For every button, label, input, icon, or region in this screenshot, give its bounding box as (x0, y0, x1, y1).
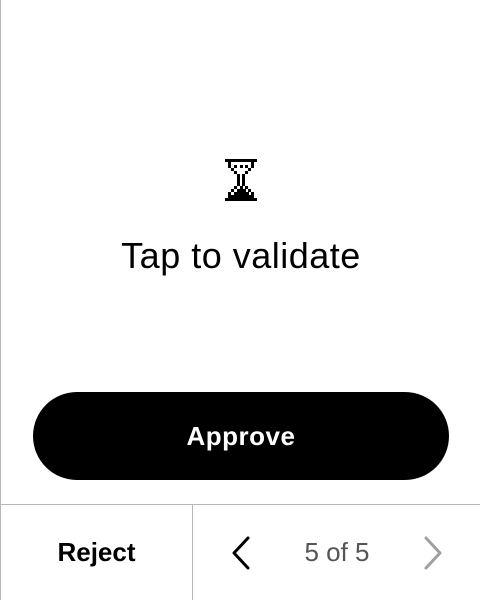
review-screen: Tap to validate Approve Reject 5 of 5 (0, 0, 480, 600)
footer-bar: Reject 5 of 5 (1, 504, 480, 600)
chevron-right-icon (424, 536, 442, 570)
approve-button[interactable]: Approve (33, 392, 449, 480)
reject-button[interactable]: Reject (1, 505, 193, 600)
pager: 5 of 5 (194, 505, 480, 600)
chevron-left-icon[interactable] (230, 535, 254, 571)
hourglass-icon (225, 159, 257, 201)
page-indicator: 5 of 5 (304, 537, 370, 567)
validate-prompt[interactable]: Tap to validate (1, 233, 480, 279)
